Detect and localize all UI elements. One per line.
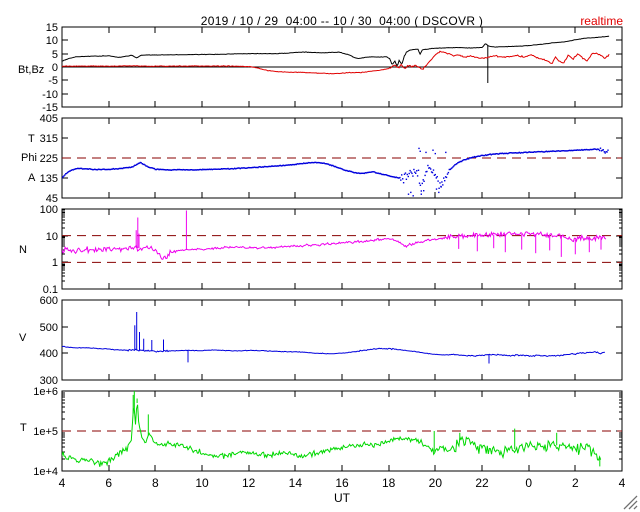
chart-canvas: 151050-5-10-15405315225135451001010.1600… [33,22,626,490]
svg-text:1: 1 [52,257,58,269]
svg-text:4: 4 [59,476,66,490]
x-axis-title: UT [334,491,350,505]
svg-text:-10: -10 [42,89,58,101]
svg-text:14: 14 [289,476,303,490]
svg-text:10: 10 [46,35,58,47]
svg-text:-5: -5 [48,75,58,87]
svg-text:5: 5 [52,49,58,61]
svg-text:20: 20 [429,476,443,490]
svg-text:10: 10 [195,476,209,490]
svg-text:1e+6: 1e+6 [33,386,58,398]
svg-text:400: 400 [40,348,58,360]
svg-text:315: 315 [40,133,58,145]
svg-text:12: 12 [242,476,256,490]
svg-text:15: 15 [46,22,58,34]
svg-text:22: 22 [475,476,489,490]
svg-text:100: 100 [40,204,58,216]
svg-text:600: 600 [40,295,58,307]
resize-grip-icon[interactable] [622,494,638,510]
svg-text:6: 6 [105,476,112,490]
svg-text:1e+5: 1e+5 [33,426,58,438]
svg-text:225: 225 [40,153,58,165]
svg-text:4: 4 [619,476,626,490]
plot-window: 2019 / 10 / 29 04:00 -- 10 / 30 04:00 ( … [0,0,640,512]
svg-text:18: 18 [382,476,396,490]
svg-text:8: 8 [152,476,159,490]
svg-text:16: 16 [335,476,349,490]
svg-text:135: 135 [40,173,58,185]
svg-text:405: 405 [40,113,58,125]
svg-text:2: 2 [572,476,579,490]
svg-text:1e+4: 1e+4 [33,466,58,478]
svg-text:0: 0 [52,62,58,74]
svg-text:0: 0 [525,476,532,490]
svg-text:10: 10 [46,231,58,243]
svg-text:500: 500 [40,322,58,334]
